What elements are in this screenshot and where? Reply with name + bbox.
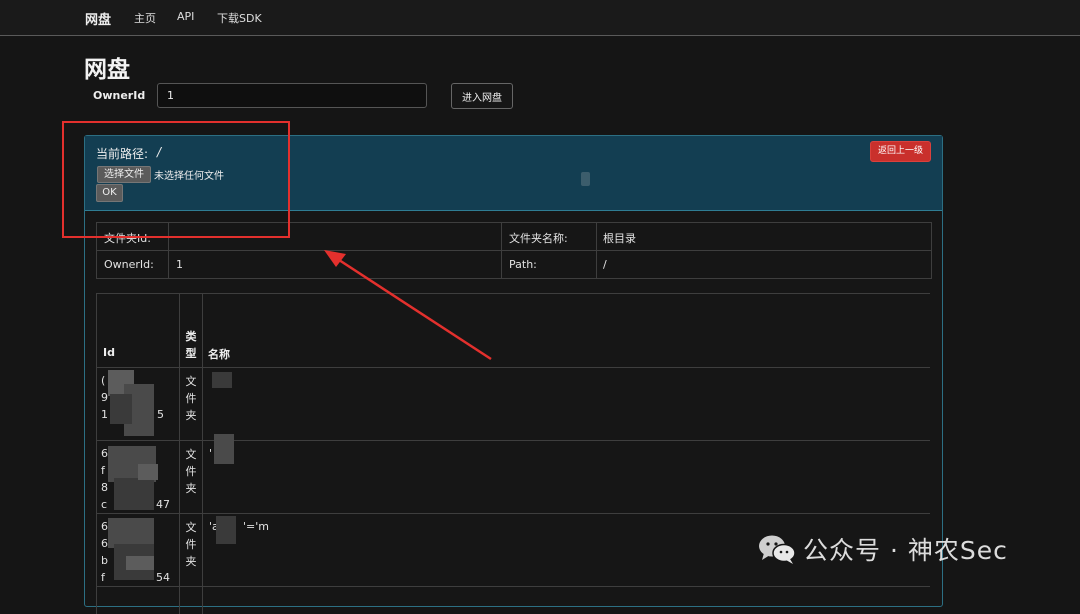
annotation-arrow-icon [324,250,492,361]
watermark: 公众号 · 神农Sec [757,531,1008,567]
wechat-logo-icon [759,535,796,564]
watermark-text: 公众号 · 神农Sec [803,536,1008,565]
